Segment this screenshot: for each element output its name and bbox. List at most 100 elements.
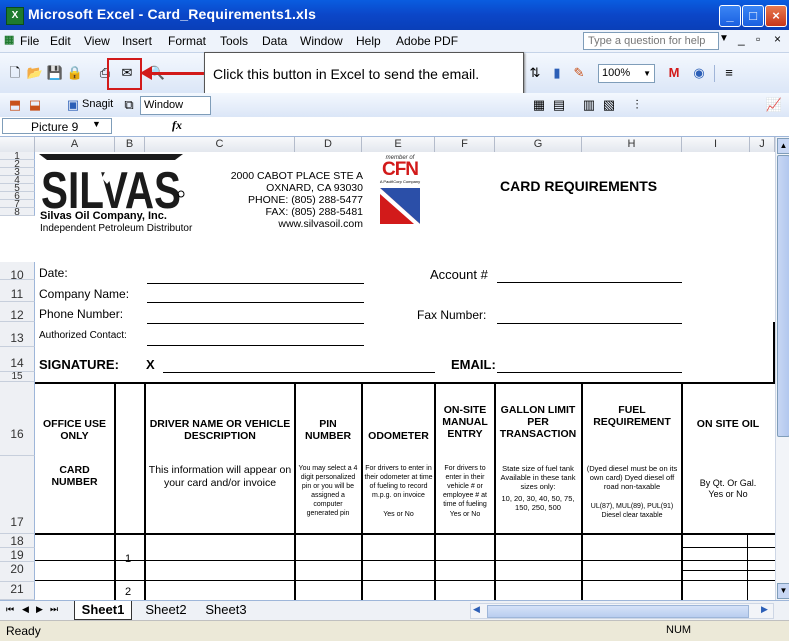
name-box-dropdown-icon[interactable]: ▼ xyxy=(92,119,101,129)
phone-number-line[interactable] xyxy=(147,323,364,324)
help-search-input[interactable]: Type a question for help xyxy=(583,32,719,50)
sort-icon[interactable]: ⇅ xyxy=(526,64,544,82)
column-header-f[interactable]: F xyxy=(435,137,495,152)
chevron-down-icon: ▼ xyxy=(643,69,651,78)
merge-icon[interactable]: ▦ xyxy=(530,96,548,114)
scrollbar-thumb[interactable] xyxy=(777,155,789,437)
scroll-right-icon[interactable]: ▶ xyxy=(761,604,768,615)
scroll-down-icon[interactable]: ▼ xyxy=(777,583,789,599)
close-button[interactable]: × xyxy=(765,5,787,27)
company-name: Silvas Oil Company, Inc. xyxy=(40,210,167,222)
zoom-select[interactable]: 100% ▼ xyxy=(598,64,655,83)
minimize-button[interactable]: _ xyxy=(719,5,741,27)
toolbar-options-icon[interactable]: ≡ xyxy=(720,64,738,82)
menu-window[interactable]: Window xyxy=(300,34,343,48)
adobe-icon[interactable]: M xyxy=(665,64,683,82)
vertical-scrollbar[interactable]: ▲ ▼ xyxy=(775,137,789,600)
cfn-flag-icon xyxy=(380,188,420,224)
doc-restore-icon[interactable]: ▫ xyxy=(756,32,760,46)
borders-icon[interactable]: ▤ xyxy=(550,96,568,114)
last-sheet-icon[interactable]: ⏭ xyxy=(50,604,58,615)
column-header-j[interactable]: J xyxy=(750,137,775,152)
account-line[interactable] xyxy=(497,282,682,283)
column-header-e[interactable]: E xyxy=(362,137,435,152)
column-header-h[interactable]: H xyxy=(582,137,682,152)
onsite-oil-note: By Qt. Or Gal. Yes or No xyxy=(699,478,757,499)
row-header-16[interactable]: 16 xyxy=(0,382,35,456)
menu-file[interactable]: File xyxy=(20,34,39,48)
company-name-line[interactable] xyxy=(147,302,364,303)
pdf-convert-icon[interactable]: ⬒ xyxy=(6,96,24,114)
signature-line[interactable] xyxy=(163,372,435,373)
select-all-corner[interactable] xyxy=(0,137,35,152)
column-header-a[interactable]: A xyxy=(35,137,115,152)
row-header-17[interactable]: 17 xyxy=(0,456,35,534)
snagit-label[interactable]: Snagit xyxy=(82,98,113,110)
menu-data[interactable]: Data xyxy=(262,34,287,48)
scroll-left-icon[interactable]: ◀ xyxy=(473,604,480,615)
column-header-b[interactable]: B xyxy=(115,137,145,152)
menu-view[interactable]: View xyxy=(84,34,110,48)
save-icon[interactable]: 💾 xyxy=(46,64,64,82)
font-color-icon[interactable]: ▧ xyxy=(600,96,618,114)
horizontal-scrollbar[interactable]: ◀ ▶ xyxy=(470,603,774,619)
menu-tools[interactable]: Tools xyxy=(220,34,248,48)
row-header-13[interactable]: 13 xyxy=(0,322,35,347)
align-icon[interactable]: ⫶ xyxy=(628,96,646,114)
row-header-12[interactable]: 12 xyxy=(0,302,35,322)
window-select[interactable]: Window xyxy=(140,96,211,115)
row-header-10[interactable]: 10 xyxy=(0,262,35,282)
authorized-contact-line[interactable] xyxy=(147,345,364,346)
drawing-icon[interactable]: ✎ xyxy=(570,64,588,82)
menu-adobe-pdf[interactable]: Adobe PDF xyxy=(396,34,458,48)
doc-close-icon[interactable]: × xyxy=(774,32,781,46)
snagit-capture-icon[interactable]: ⧉ xyxy=(120,96,138,114)
new-icon[interactable]: 🗋 xyxy=(6,64,24,82)
row-header-18[interactable]: 18 xyxy=(0,534,35,548)
row-header-21[interactable]: 21 xyxy=(0,582,35,600)
fax-number-line[interactable] xyxy=(497,323,682,324)
snagit-icon[interactable]: ▣ xyxy=(64,96,82,114)
column-header-c[interactable]: C xyxy=(145,137,295,152)
row-header-15[interactable]: 15 xyxy=(0,372,35,382)
row-header-14[interactable]: 14 xyxy=(0,347,35,372)
tab-sheet3[interactable]: Sheet3 xyxy=(200,601,252,619)
next-sheet-icon[interactable]: ▶ xyxy=(36,604,43,615)
row-header-20[interactable]: 20 xyxy=(0,562,35,582)
date-line[interactable] xyxy=(147,283,364,284)
first-sheet-icon[interactable]: ⏮ xyxy=(6,604,14,615)
maximize-button[interactable]: □ xyxy=(742,5,764,27)
fx-icon[interactable]: fx xyxy=(172,118,182,133)
email-line[interactable] xyxy=(497,372,682,373)
pdf-email-icon[interactable]: ⬓ xyxy=(26,96,44,114)
chart-icon[interactable]: 📈 xyxy=(765,96,783,114)
column-header-i[interactable]: I xyxy=(682,137,750,152)
column-header-g[interactable]: G xyxy=(495,137,582,152)
doc-minimize-icon[interactable]: _ xyxy=(738,32,745,46)
onsite-oil-header: ON SITE OIL xyxy=(696,418,760,430)
menu-edit[interactable]: Edit xyxy=(50,34,71,48)
column-header-d[interactable]: D xyxy=(295,137,362,152)
permission-icon[interactable]: 🔒 xyxy=(66,64,84,82)
fill-icon[interactable]: ▥ xyxy=(580,96,598,114)
menu-help[interactable]: Help xyxy=(356,34,381,48)
row-header-8[interactable]: 8 xyxy=(0,208,35,218)
help-icon[interactable]: ◉ xyxy=(690,64,708,82)
excel-icon[interactable]: X xyxy=(6,7,24,25)
row-header-11[interactable]: 11 xyxy=(0,280,35,302)
open-icon[interactable]: 📂 xyxy=(26,64,44,82)
tab-sheet1[interactable]: Sheet1 xyxy=(74,601,132,620)
horizontal-scrollbar-thumb[interactable] xyxy=(487,605,749,618)
instruction-callout: Click this button in Excel to send the e… xyxy=(204,52,524,94)
menu-format[interactable]: Format xyxy=(168,34,206,48)
workbook-icon[interactable]: ▦ xyxy=(4,33,14,46)
tab-sheet2[interactable]: Sheet2 xyxy=(140,601,192,619)
row-header-19[interactable]: 19 xyxy=(0,548,35,562)
help-dropdown-icon[interactable]: ▼ xyxy=(719,33,729,44)
chart-wizard-icon[interactable]: ▮ xyxy=(548,64,566,82)
worksheet[interactable]: SILVAS Silvas Oil Company, Inc. Independ… xyxy=(35,152,775,600)
prev-sheet-icon[interactable]: ◀ xyxy=(22,604,29,615)
onsite-entry-yes-no: Yes or No xyxy=(449,511,481,518)
scroll-up-icon[interactable]: ▲ xyxy=(777,138,789,154)
menu-insert[interactable]: Insert xyxy=(122,34,152,48)
